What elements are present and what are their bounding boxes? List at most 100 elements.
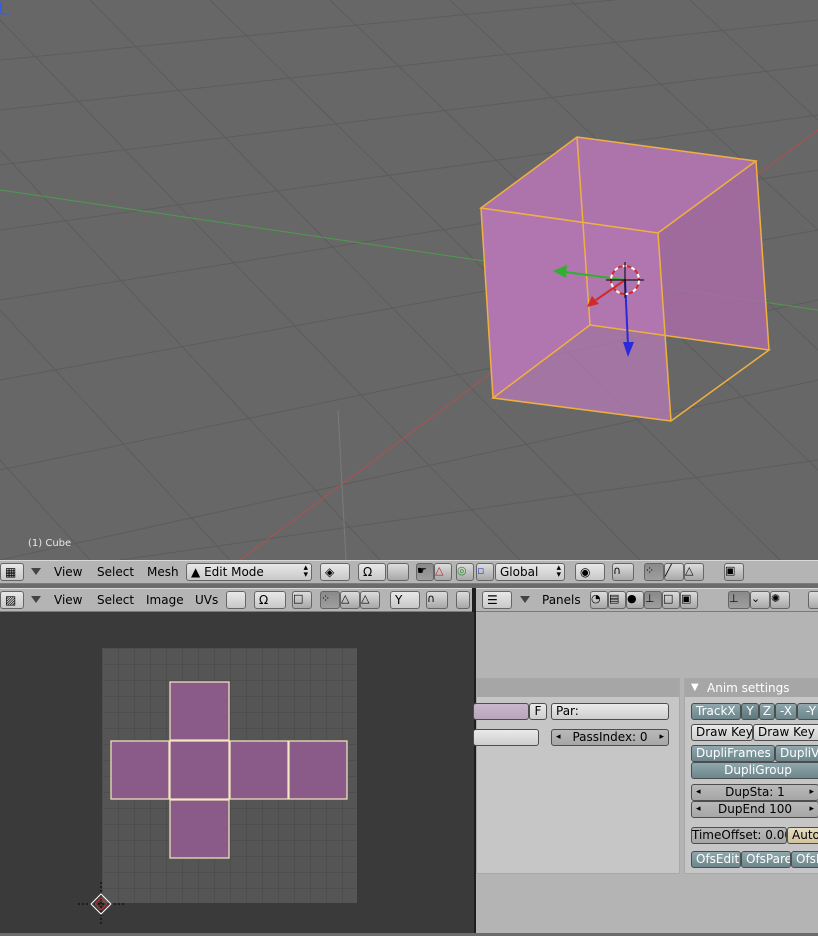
object-axes-icon: ⊥ (645, 592, 655, 605)
select-menu[interactable]: Select (97, 565, 134, 579)
dupli-frames-button[interactable]: DupliFrames (691, 745, 775, 762)
layer-lock-button[interactable] (387, 563, 409, 581)
draw-type-select[interactable]: ◈ (320, 563, 350, 581)
uv-editor-header: ▨ View Select Image UVs Ω □ ⁘ △ △ Y ∩ (0, 588, 474, 612)
object-context-button[interactable]: ⊥ (644, 591, 662, 609)
viewport-canvas[interactable] (0, 0, 818, 560)
dupend-value: DupEnd 100 (718, 802, 792, 816)
ofs-edit-button[interactable]: OfsEdit (691, 851, 741, 868)
dupli-group-button[interactable]: DupliGroup (691, 762, 818, 779)
view-menu[interactable]: View (54, 565, 82, 579)
dupsta-field[interactable]: ◂ DupSta: 1 ▸ (691, 784, 818, 801)
face-select-button[interactable]: △ (684, 563, 704, 581)
square-icon: ▫ (477, 564, 485, 577)
editor-type-select[interactable]: ▦ (0, 563, 24, 581)
dupli-verts-button[interactable]: DupliV (775, 745, 818, 762)
ofs-particle-button[interactable]: OfsPa (791, 851, 818, 868)
pivot-select[interactable]: Ω (254, 591, 286, 609)
edge-select-button[interactable]: ╱ (664, 563, 684, 581)
track-neg-y-button[interactable]: -Y (797, 703, 818, 720)
object-and-links-panel: F Par: ◂ PassIndex: 0 ▸ (473, 678, 680, 874)
hand-manipulator-button[interactable]: ☛ (416, 563, 434, 581)
arrow-left-icon: ◂ (696, 787, 701, 797)
mode-value: Edit Mode (204, 565, 264, 579)
translate-manipulator-button[interactable]: △ (434, 563, 452, 581)
ofs-parent-button[interactable]: OfsPare (741, 851, 791, 868)
image-menu[interactable]: Image (146, 593, 184, 607)
pivot-select[interactable]: Ω (358, 563, 386, 581)
vertex-select-button[interactable]: ⁘ (320, 591, 340, 609)
editor-type-select[interactable]: ▨ (0, 591, 24, 609)
orientation-select[interactable]: Global ▴ ▾ (495, 563, 565, 581)
rotate-manipulator-button[interactable]: ◎ (456, 563, 474, 581)
panel-header[interactable] (477, 679, 679, 697)
vertex-icon: ⁘ (321, 592, 331, 605)
uvs-menu[interactable]: UVs (195, 593, 218, 607)
next-subcontext-button[interactable] (808, 591, 818, 609)
view-menu[interactable]: View (54, 593, 82, 607)
arrow-right-icon: ▸ (809, 804, 814, 814)
track-z-button[interactable]: Z (759, 703, 775, 720)
arrow-left-icon: ◂ (556, 732, 561, 742)
face-select-button[interactable]: △ (340, 591, 360, 609)
object-subcontext-button[interactable]: ⊥ (728, 591, 750, 609)
draw-key-button[interactable]: Draw Key (691, 724, 753, 741)
menu-collapse-icon[interactable] (520, 596, 530, 603)
auto-button[interactable]: Auto (787, 827, 818, 844)
uv-editor[interactable] (0, 612, 474, 933)
physics-icon: ⌄ (751, 592, 761, 605)
editor-type-select[interactable]: ☰ (482, 591, 512, 609)
vertex-select-button[interactable]: ⁘ (644, 563, 664, 581)
mesh-menu[interactable]: Mesh (147, 565, 179, 579)
panels-menu[interactable]: Panels (542, 593, 581, 607)
chevron-updown-icon: ▴ ▾ (556, 563, 561, 580)
track-y-button[interactable]: Y (741, 703, 759, 720)
pivot-icon: Ω (363, 565, 373, 579)
ring-icon: ◎ (457, 564, 467, 577)
logic-context-button[interactable]: ◔ (590, 591, 608, 609)
group-field[interactable] (473, 729, 539, 746)
snap-button[interactable]: ∩ (426, 591, 448, 609)
image-browse-select[interactable] (226, 591, 246, 609)
track-neg-x-button[interactable]: -X (775, 703, 797, 720)
sync-select-button[interactable]: □ (292, 591, 312, 609)
buttons-window[interactable]: F Par: ◂ PassIndex: 0 ▸ ▼ Anim settings … (473, 612, 818, 933)
3d-view-header: ▦ View Select Mesh ▲ Edit Mode ▴ ▾ ◈ Ω ☛ … (0, 560, 818, 584)
menu-collapse-icon[interactable] (31, 568, 41, 575)
uv-canvas[interactable] (0, 612, 474, 933)
3d-viewport[interactable]: (1) Cube (0, 0, 818, 560)
proportional-edit-select[interactable]: ◉ (575, 563, 605, 581)
orientation-value: Global (500, 565, 539, 579)
shading-context-button[interactable]: ● (626, 591, 644, 609)
image-lock-button[interactable] (456, 591, 470, 609)
select-menu[interactable]: Select (97, 593, 134, 607)
island-select-button[interactable]: △ (360, 591, 380, 609)
editing-context-button[interactable]: □ (662, 591, 680, 609)
render-button[interactable]: ▣ (724, 563, 744, 581)
time-offset-field[interactable]: TimeOffset: 0.00 (691, 827, 787, 844)
sphere-icon: ● (627, 592, 637, 605)
panel-header[interactable]: ▼ Anim settings (685, 679, 818, 697)
mode-select[interactable]: ▲ Edit Mode ▴ ▾ (186, 563, 312, 581)
object-axes-icon: ⊥ (729, 592, 739, 605)
menu-collapse-icon[interactable] (31, 596, 41, 603)
collapse-triangle-icon: ▼ (691, 682, 699, 693)
particles-subcontext-button[interactable]: ✺ (770, 591, 790, 609)
fake-user-button[interactable]: F (529, 703, 547, 720)
script-context-button[interactable]: ▤ (608, 591, 626, 609)
scene-context-button[interactable]: ▣ (680, 591, 698, 609)
object-name-field[interactable] (473, 703, 529, 720)
triangle-icon: △ (435, 564, 444, 577)
parent-field[interactable]: Par: (551, 703, 669, 720)
draw-key-sel-button[interactable]: Draw Key S (753, 724, 818, 741)
scale-manipulator-button[interactable]: ▫ (476, 563, 494, 581)
sticky-icon: Y (395, 593, 403, 607)
editing-icon: □ (663, 592, 674, 605)
snap-button[interactable]: ∩ (612, 563, 634, 581)
dupend-field[interactable]: ◂ DupEnd 100 ▸ (691, 801, 818, 818)
track-x-button[interactable]: TrackX (691, 703, 741, 720)
buttons-window-icon: ☰ (487, 593, 498, 607)
physics-subcontext-button[interactable]: ⌄ (750, 591, 770, 609)
sticky-select[interactable]: Y (390, 591, 420, 609)
passindex-field[interactable]: ◂ PassIndex: 0 ▸ (551, 729, 669, 746)
